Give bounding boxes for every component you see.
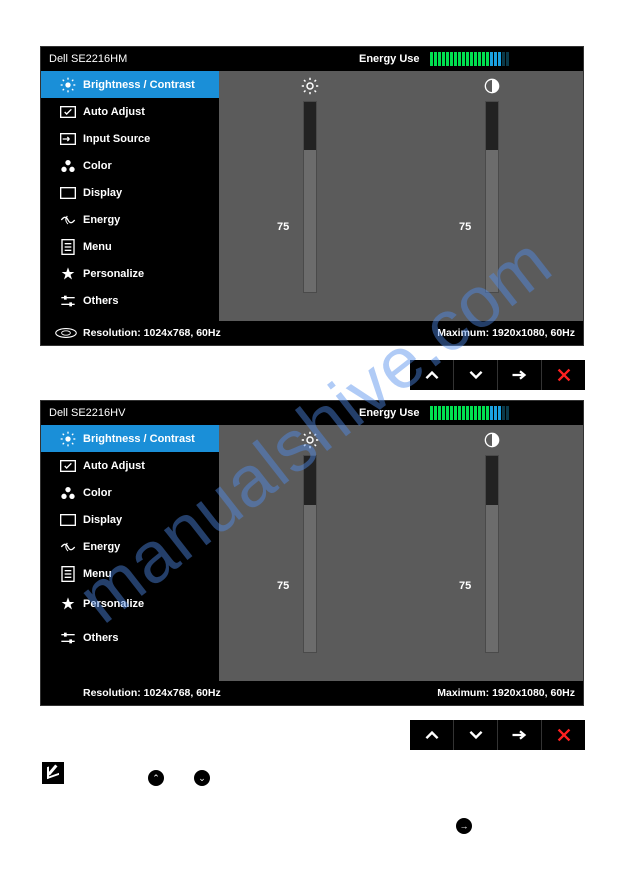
small-right-icon: [456, 818, 472, 834]
display-icon: [53, 187, 83, 199]
sidebar-item-personalize[interactable]: Personalize: [41, 587, 219, 621]
resolution-text: Resolution: 1024x768, 60Hz: [83, 327, 437, 339]
personalize-icon: [53, 596, 83, 612]
contrast-header-icon: [401, 75, 583, 97]
input-source-icon: [53, 133, 83, 145]
brightness-slider[interactable]: [303, 101, 317, 293]
energy-use-label: Energy Use: [359, 407, 420, 419]
note-edit-icon: [42, 762, 64, 784]
energy-meter: [430, 406, 509, 420]
sidebar-item-label: Color: [83, 160, 219, 172]
contrast-value: 75: [459, 221, 471, 233]
osd-button-strip-2: [410, 720, 585, 750]
sidebar-item-label: Menu: [83, 241, 219, 253]
brightness-slider[interactable]: [303, 455, 317, 653]
close-button[interactable]: [542, 360, 585, 390]
sidebar-item-brightness-contrast[interactable]: Brightness / Contrast: [41, 425, 219, 452]
osd-footer: Resolution: 1024x768, 60Hz Maximum: 1920…: [41, 681, 583, 705]
menu-icon: [53, 239, 83, 255]
brightness-header-icon: [219, 75, 401, 97]
brightness-value: 75: [277, 580, 289, 592]
osd-title: Dell SE2216HV: [49, 407, 359, 419]
sidebar-item-brightness-contrast[interactable]: Brightness / Contrast: [41, 71, 219, 98]
resolution-text: Resolution: 1024x768, 60Hz: [83, 687, 437, 699]
sidebar-item-label: Brightness / Contrast: [83, 79, 219, 91]
osd-sidebar: Brightness / Contrast Auto Adjust Color …: [41, 425, 219, 681]
sidebar-item-input-source[interactable]: Input Source: [41, 125, 219, 152]
sidebar-item-label: Display: [83, 187, 219, 199]
sidebar-item-color[interactable]: Color: [41, 479, 219, 506]
sidebar-item-label: Auto Adjust: [83, 460, 219, 472]
sidebar-item-label: Energy: [83, 214, 219, 226]
sidebar-item-display[interactable]: Display: [41, 506, 219, 533]
others-icon: [53, 631, 83, 645]
resolution-icon: [49, 327, 83, 339]
osd-content: 75 75: [219, 425, 583, 681]
contrast-header-icon: [401, 429, 583, 451]
up-button[interactable]: [410, 360, 454, 390]
others-icon: [53, 294, 83, 308]
sidebar-item-energy[interactable]: Energy: [41, 206, 219, 233]
enter-button[interactable]: [498, 360, 542, 390]
osd-header: Dell SE2216HM Energy Use: [41, 47, 583, 71]
sidebar-item-label: Display: [83, 514, 219, 526]
color-icon: [53, 159, 83, 173]
energy-meter: [430, 52, 509, 66]
brightness-value: 75: [277, 221, 289, 233]
sidebar-item-label: Input Source: [83, 133, 219, 145]
energy-use-label: Energy Use: [359, 53, 420, 65]
maximum-text: Maximum: 1920x1080, 60Hz: [437, 327, 575, 339]
contrast-slider[interactable]: [485, 455, 499, 653]
auto-adjust-icon: [53, 460, 83, 472]
sidebar-item-menu[interactable]: Menu: [41, 233, 219, 260]
personalize-icon: [53, 266, 83, 282]
color-icon: [53, 486, 83, 500]
sidebar-item-menu[interactable]: Menu: [41, 560, 219, 587]
maximum-text: Maximum: 1920x1080, 60Hz: [437, 687, 575, 699]
sidebar-item-others[interactable]: Others: [41, 621, 219, 655]
osd-header: Dell SE2216HV Energy Use: [41, 401, 583, 425]
up-button[interactable]: [410, 720, 454, 750]
sidebar-item-personalize[interactable]: Personalize: [41, 260, 219, 287]
osd-panel-2: Dell SE2216HV Energy Use Brightness / Co…: [40, 400, 584, 706]
contrast-value: 75: [459, 580, 471, 592]
brightness-icon: [53, 77, 83, 93]
sidebar-item-label: Brightness / Contrast: [83, 433, 219, 445]
small-up-icon: [148, 770, 164, 786]
display-icon: [53, 514, 83, 526]
osd-footer: Resolution: 1024x768, 60Hz Maximum: 1920…: [41, 321, 583, 345]
energy-icon: [53, 213, 83, 227]
contrast-slider[interactable]: [485, 101, 499, 293]
down-button[interactable]: [454, 720, 498, 750]
sidebar-item-display[interactable]: Display: [41, 179, 219, 206]
sidebar-item-label: Personalize: [83, 598, 219, 610]
auto-adjust-icon: [53, 106, 83, 118]
sidebar-item-color[interactable]: Color: [41, 152, 219, 179]
osd-content: 75 75: [219, 71, 583, 321]
energy-icon: [53, 540, 83, 554]
brightness-icon: [53, 431, 83, 447]
sidebar-item-label: Others: [83, 632, 219, 644]
osd-button-strip-1: [410, 360, 585, 390]
sidebar-item-energy[interactable]: Energy: [41, 533, 219, 560]
osd-title: Dell SE2216HM: [49, 53, 359, 65]
osd-panel-1: Dell SE2216HM Energy Use Brightness / Co…: [40, 46, 584, 346]
sidebar-item-label: Auto Adjust: [83, 106, 219, 118]
close-button[interactable]: [542, 720, 585, 750]
sidebar-item-auto-adjust[interactable]: Auto Adjust: [41, 452, 219, 479]
brightness-header-icon: [219, 429, 401, 451]
sidebar-item-label: Others: [83, 295, 219, 307]
sidebar-item-others[interactable]: Others: [41, 287, 219, 314]
enter-button[interactable]: [498, 720, 542, 750]
sidebar-item-label: Color: [83, 487, 219, 499]
sidebar-item-auto-adjust[interactable]: Auto Adjust: [41, 98, 219, 125]
sidebar-item-label: Menu: [83, 568, 219, 580]
down-button[interactable]: [454, 360, 498, 390]
small-down-icon: [194, 770, 210, 786]
osd-sidebar: Brightness / Contrast Auto Adjust Input …: [41, 71, 219, 321]
menu-icon: [53, 566, 83, 582]
sidebar-item-label: Personalize: [83, 268, 219, 280]
sidebar-item-label: Energy: [83, 541, 219, 553]
